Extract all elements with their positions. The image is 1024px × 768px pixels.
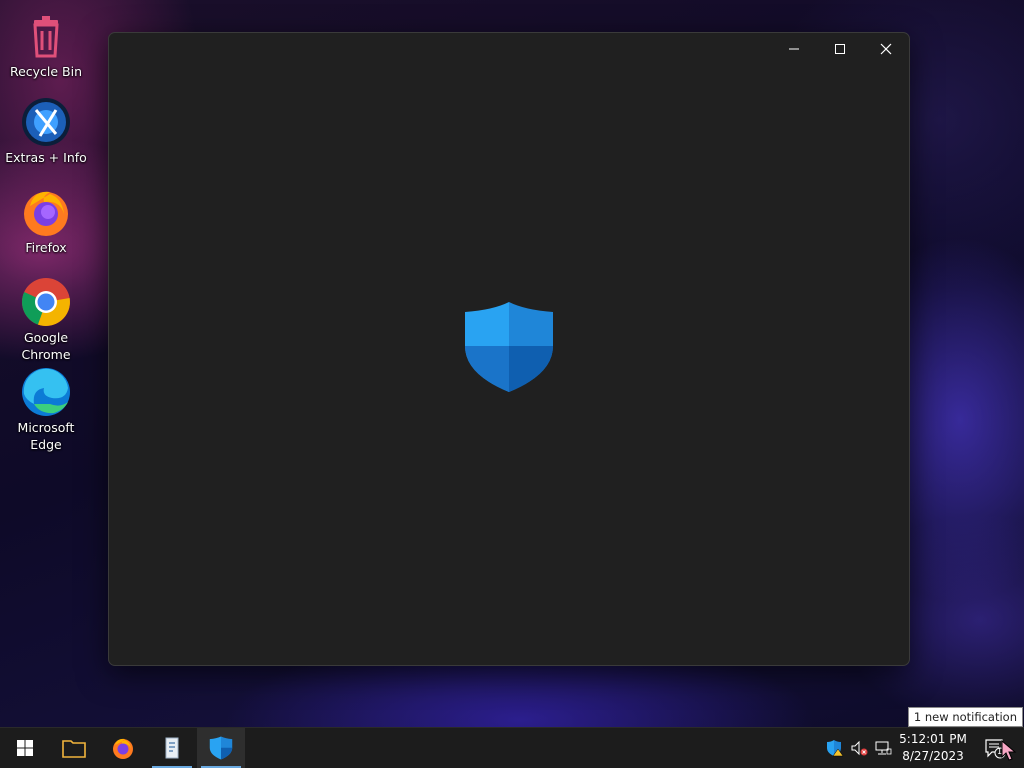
taskbar-notepad[interactable] bbox=[148, 728, 196, 768]
desktop-icon-extras-info[interactable]: Extras + Info bbox=[4, 96, 88, 166]
taskbar: 5:12:01 PM 8/27/2023 1 bbox=[0, 727, 1024, 768]
taskbar-firefox[interactable] bbox=[99, 728, 147, 768]
desktop-icon-label: Microsoft Edge bbox=[17, 420, 75, 452]
windows-security-window bbox=[108, 32, 910, 666]
firefox-icon bbox=[113, 738, 133, 759]
taskbar-windows-security[interactable] bbox=[197, 728, 245, 768]
maximize-button[interactable] bbox=[817, 33, 863, 65]
clock-date: 8/27/2023 bbox=[902, 749, 964, 763]
desktop-icon-label: Extras + Info bbox=[5, 150, 87, 165]
notepad-icon bbox=[165, 737, 179, 759]
recycle-bin-icon bbox=[33, 16, 59, 58]
network-icon[interactable] bbox=[874, 739, 892, 757]
file-explorer-icon bbox=[62, 740, 86, 758]
extras-info-icon bbox=[22, 98, 70, 146]
windows-security-icon bbox=[209, 736, 233, 760]
minimize-button[interactable] bbox=[771, 33, 817, 65]
taskbar-file-explorer[interactable] bbox=[50, 728, 98, 768]
start-button[interactable] bbox=[1, 728, 49, 768]
chrome-icon bbox=[22, 278, 70, 326]
desktop-icon-microsoft-edge[interactable]: Microsoft Edge bbox=[4, 366, 88, 453]
notification-tooltip: 1 new notification bbox=[907, 707, 1023, 727]
system-clock[interactable]: 5:12:01 PM 8/27/2023 bbox=[898, 731, 968, 765]
firefox-icon bbox=[24, 191, 68, 236]
mouse-cursor-icon bbox=[1001, 740, 1017, 761]
desktop-icon-google-chrome[interactable]: Google Chrome bbox=[4, 276, 88, 363]
desktop-icon-firefox[interactable]: Firefox bbox=[4, 186, 88, 256]
edge-icon bbox=[22, 368, 70, 416]
start-icon bbox=[17, 740, 33, 756]
desktop-icon-label: Firefox bbox=[25, 240, 67, 255]
volume-muted-icon[interactable] bbox=[850, 739, 868, 757]
minimize-icon bbox=[789, 48, 799, 50]
clock-time: 5:12:01 PM bbox=[899, 732, 967, 746]
maximize-icon bbox=[835, 44, 845, 54]
close-button[interactable] bbox=[863, 33, 909, 65]
defender-shield-icon bbox=[465, 302, 553, 392]
desktop-icon-label: Recycle Bin bbox=[9, 64, 83, 79]
desktop-icon-label: Google Chrome bbox=[21, 330, 71, 362]
close-icon bbox=[880, 43, 892, 55]
desktop-icon-recycle-bin[interactable]: Recycle Bin bbox=[4, 10, 88, 80]
security-warning-icon[interactable] bbox=[826, 739, 844, 757]
